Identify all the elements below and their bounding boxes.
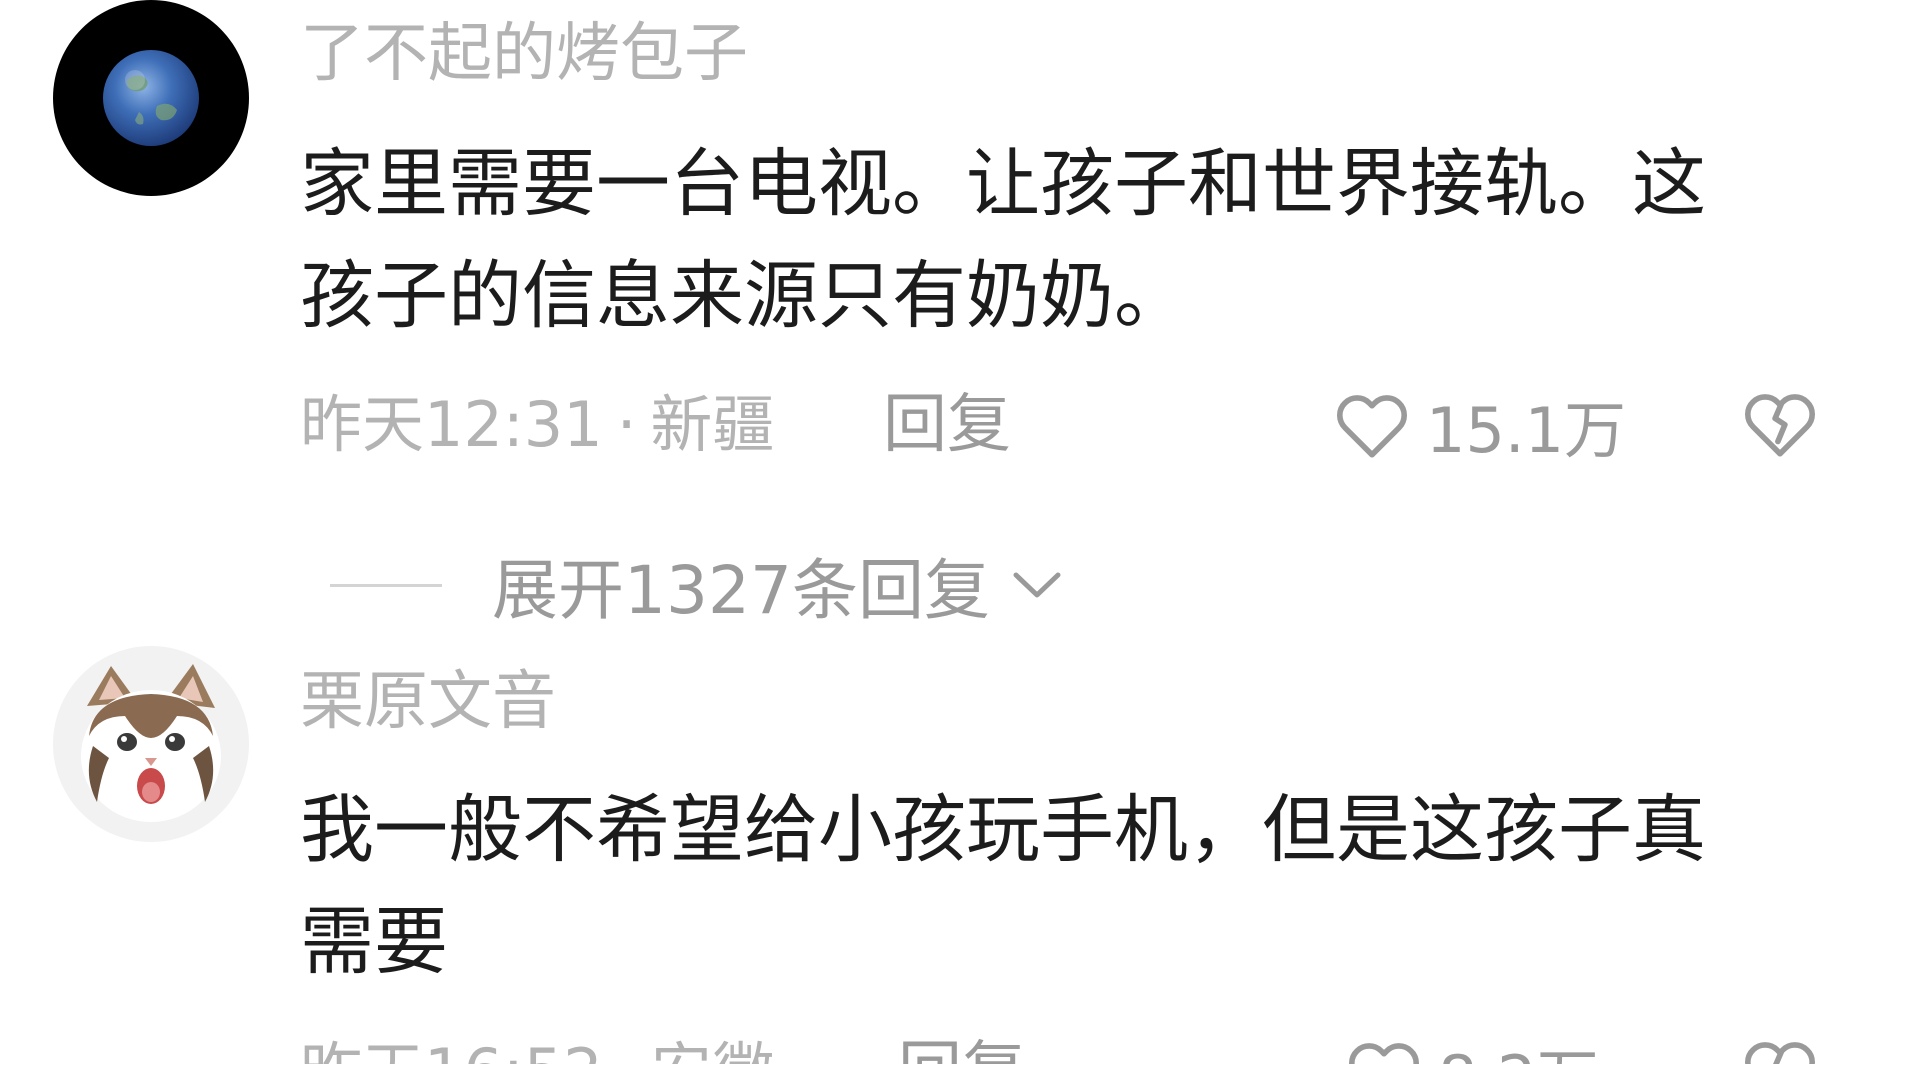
chevron-down-icon: [1013, 572, 1061, 598]
heart-icon: [1337, 395, 1407, 458]
comment-text: 我一般不希望给小孩玩手机，但是这孩子真 需要: [300, 774, 1860, 998]
user-avatar[interactable]: [53, 646, 249, 842]
comment-location: 新疆: [650, 388, 775, 461]
username[interactable]: 栗原文音: [300, 670, 556, 734]
comment-text-line: 孩子的信息来源只有奶奶。: [300, 253, 1188, 339]
expand-divider: [330, 583, 442, 587]
dislike-icon[interactable]: [1738, 382, 1822, 466]
screen-bottom-edge: [0, 1064, 1920, 1080]
like-button[interactable]: 15.1万: [1330, 380, 1626, 470]
cat-avatar-icon: [53, 646, 249, 842]
comment-time: 昨天12:31: [300, 388, 603, 461]
username[interactable]: 了不起的烤包子: [300, 22, 748, 86]
like-count: 15.1万: [1426, 394, 1627, 467]
user-avatar[interactable]: [53, 0, 249, 196]
expand-replies-button[interactable]: 展开1327条回复: [330, 540, 1066, 630]
earth-avatar-icon: [53, 0, 249, 196]
reply-button[interactable]: 回复: [883, 385, 1011, 465]
meta-separator: ·: [616, 388, 637, 461]
comment-text-line: 家里需要一台电视。让孩子和世界接轨。这: [300, 141, 1706, 227]
comment-text-line: 需要: [300, 899, 448, 985]
comment-text-line: 我一般不希望给小孩玩手机，但是这孩子真: [300, 787, 1706, 873]
comment-meta: 昨天12:31 · 新疆: [300, 385, 774, 465]
comment-item: 了不起的烤包子 家里需要一台电视。让孩子和世界接轨。这 孩子的信息来源只有奶奶。…: [0, 0, 1920, 520]
comment-text: 家里需要一台电视。让孩子和世界接轨。这 孩子的信息来源只有奶奶。: [300, 128, 1860, 352]
comment-item: 栗原文音 我一般不希望给小孩玩手机，但是这孩子真 需要 昨天16:52 · 安徽 回…: [0, 640, 1920, 1080]
expand-replies-label: 展开1327条回复: [492, 552, 990, 629]
